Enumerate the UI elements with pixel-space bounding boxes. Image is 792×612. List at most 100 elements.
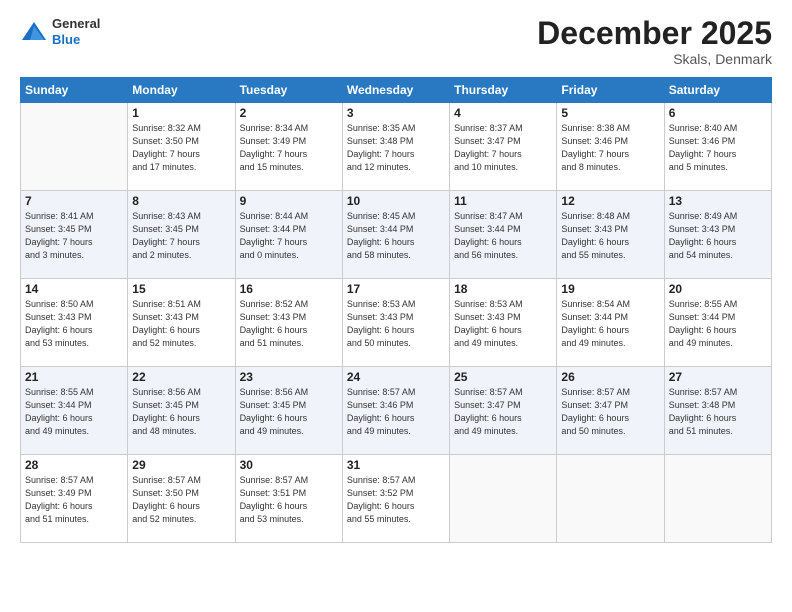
day-info: Sunrise: 8:57 AMSunset: 3:50 PMDaylight:… (132, 474, 230, 526)
day-info: Sunrise: 8:53 AMSunset: 3:43 PMDaylight:… (347, 298, 445, 350)
day-number: 27 (669, 370, 767, 384)
calendar-cell: 4 Sunrise: 8:37 AMSunset: 3:47 PMDaylight… (450, 103, 557, 191)
day-number: 24 (347, 370, 445, 384)
day-info: Sunrise: 8:47 AMSunset: 3:44 PMDaylight:… (454, 210, 552, 262)
day-info: Sunrise: 8:57 AMSunset: 3:48 PMDaylight:… (669, 386, 767, 438)
calendar-cell: 17Sunrise: 8:53 AMSunset: 3:43 PMDayligh… (342, 279, 449, 367)
day-number: 23 (240, 370, 338, 384)
day-info: Sunrise: 8:32 AMSunset: 3:50 PMDaylight:… (132, 122, 230, 174)
col-header-friday: Friday (557, 78, 664, 103)
calendar-header-row: SundayMondayTuesdayWednesdayThursdayFrid… (21, 78, 772, 103)
day-info: Sunrise: 8:48 AMSunset: 3:43 PMDaylight:… (561, 210, 659, 262)
day-number: 11 (454, 194, 552, 208)
day-number: 5 (561, 106, 659, 120)
calendar-cell: 30 Sunrise: 8:57 AMSunset: 3:51 PMDayligh… (235, 455, 342, 543)
day-info: Sunrise: 8:57 AMSunset: 3:46 PMDaylight:… (347, 386, 445, 438)
day-number: 29 (132, 458, 230, 472)
day-info: Sunrise: 8:40 AMSunset: 3:46 PMDaylight:… (669, 122, 767, 174)
day-number: 12 (561, 194, 659, 208)
day-info: Sunrise: 8:57 AMSunset: 3:49 PMDaylight:… (25, 474, 123, 526)
week-row-1: 1 Sunrise: 8:32 AMSunset: 3:50 PMDaylight… (21, 103, 772, 191)
day-info: Sunrise: 8:41 AMSunset: 3:45 PMDaylight:… (25, 210, 123, 262)
day-info: Sunrise: 8:57 AMSunset: 3:51 PMDaylight:… (240, 474, 338, 526)
logo-text: General Blue (52, 16, 100, 47)
day-info: Sunrise: 8:55 AMSunset: 3:44 PMDaylight:… (669, 298, 767, 350)
day-number: 18 (454, 282, 552, 296)
page: General Blue December 2025 Skals, Denmar… (0, 0, 792, 612)
day-number: 2 (240, 106, 338, 120)
calendar-cell: 6 Sunrise: 8:40 AMSunset: 3:46 PMDaylight… (664, 103, 771, 191)
day-info: Sunrise: 8:53 AMSunset: 3:43 PMDaylight:… (454, 298, 552, 350)
calendar-cell: 8 Sunrise: 8:43 AMSunset: 3:45 PMDaylight… (128, 191, 235, 279)
day-info: Sunrise: 8:37 AMSunset: 3:47 PMDaylight:… (454, 122, 552, 174)
day-number: 16 (240, 282, 338, 296)
calendar-cell: 16 Sunrise: 8:52 AMSunset: 3:43 PMDayligh… (235, 279, 342, 367)
calendar-cell: 10 Sunrise: 8:45 AMSunset: 3:44 PMDayligh… (342, 191, 449, 279)
col-header-sunday: Sunday (21, 78, 128, 103)
day-number: 6 (669, 106, 767, 120)
calendar-cell: 26 Sunrise: 8:57 AMSunset: 3:47 PMDayligh… (557, 367, 664, 455)
calendar-cell: 13Sunrise: 8:49 AMSunset: 3:43 PMDayligh… (664, 191, 771, 279)
calendar-cell: 11 Sunrise: 8:47 AMSunset: 3:44 PMDayligh… (450, 191, 557, 279)
col-header-thursday: Thursday (450, 78, 557, 103)
day-info: Sunrise: 8:50 AMSunset: 3:43 PMDaylight:… (25, 298, 123, 350)
day-number: 3 (347, 106, 445, 120)
logo: General Blue (20, 16, 100, 47)
day-number: 26 (561, 370, 659, 384)
day-number: 20 (669, 282, 767, 296)
day-number: 10 (347, 194, 445, 208)
calendar-cell: 27 Sunrise: 8:57 AMSunset: 3:48 PMDayligh… (664, 367, 771, 455)
calendar-cell: 5 Sunrise: 8:38 AMSunset: 3:46 PMDaylight… (557, 103, 664, 191)
day-info: Sunrise: 8:38 AMSunset: 3:46 PMDaylight:… (561, 122, 659, 174)
calendar-cell (557, 455, 664, 543)
week-row-4: 21Sunrise: 8:55 AMSunset: 3:44 PMDayligh… (21, 367, 772, 455)
calendar-cell: 31 Sunrise: 8:57 AMSunset: 3:52 PMDayligh… (342, 455, 449, 543)
day-info: Sunrise: 8:57 AMSunset: 3:47 PMDaylight:… (454, 386, 552, 438)
day-number: 1 (132, 106, 230, 120)
calendar-cell: 18 Sunrise: 8:53 AMSunset: 3:43 PMDayligh… (450, 279, 557, 367)
calendar-cell: 1 Sunrise: 8:32 AMSunset: 3:50 PMDaylight… (128, 103, 235, 191)
week-row-2: 7 Sunrise: 8:41 AMSunset: 3:45 PMDaylight… (21, 191, 772, 279)
day-info: Sunrise: 8:43 AMSunset: 3:45 PMDaylight:… (132, 210, 230, 262)
location-subtitle: Skals, Denmark (537, 51, 772, 67)
day-number: 14 (25, 282, 123, 296)
day-info: Sunrise: 8:35 AMSunset: 3:48 PMDaylight:… (347, 122, 445, 174)
day-number: 9 (240, 194, 338, 208)
day-info: Sunrise: 8:57 AMSunset: 3:52 PMDaylight:… (347, 474, 445, 526)
day-number: 15 (132, 282, 230, 296)
calendar-cell: 14 Sunrise: 8:50 AMSunset: 3:43 PMDayligh… (21, 279, 128, 367)
day-info: Sunrise: 8:45 AMSunset: 3:44 PMDaylight:… (347, 210, 445, 262)
col-header-tuesday: Tuesday (235, 78, 342, 103)
calendar-cell: 15 Sunrise: 8:51 AMSunset: 3:43 PMDayligh… (128, 279, 235, 367)
calendar-cell (664, 455, 771, 543)
day-number: 4 (454, 106, 552, 120)
day-info: Sunrise: 8:52 AMSunset: 3:43 PMDaylight:… (240, 298, 338, 350)
day-number: 25 (454, 370, 552, 384)
calendar-cell: 3 Sunrise: 8:35 AMSunset: 3:48 PMDaylight… (342, 103, 449, 191)
calendar-cell (450, 455, 557, 543)
calendar-cell: 24 Sunrise: 8:57 AMSunset: 3:46 PMDayligh… (342, 367, 449, 455)
col-header-saturday: Saturday (664, 78, 771, 103)
day-number: 8 (132, 194, 230, 208)
day-info: Sunrise: 8:51 AMSunset: 3:43 PMDaylight:… (132, 298, 230, 350)
calendar-cell: 20 Sunrise: 8:55 AMSunset: 3:44 PMDayligh… (664, 279, 771, 367)
day-info: Sunrise: 8:56 AMSunset: 3:45 PMDaylight:… (132, 386, 230, 438)
day-number: 7 (25, 194, 123, 208)
logo-icon (20, 18, 48, 46)
day-number: 28 (25, 458, 123, 472)
day-number: 30 (240, 458, 338, 472)
day-number: 31 (347, 458, 445, 472)
day-info: Sunrise: 8:34 AMSunset: 3:49 PMDaylight:… (240, 122, 338, 174)
day-info: Sunrise: 8:54 AMSunset: 3:44 PMDaylight:… (561, 298, 659, 350)
calendar-cell: 28 Sunrise: 8:57 AMSunset: 3:49 PMDayligh… (21, 455, 128, 543)
day-number: 13 (669, 194, 767, 208)
day-number: 22 (132, 370, 230, 384)
day-number: 21 (25, 370, 123, 384)
day-info: Sunrise: 8:57 AMSunset: 3:47 PMDaylight:… (561, 386, 659, 438)
calendar-cell: 9Sunrise: 8:44 AMSunset: 3:44 PMDaylight… (235, 191, 342, 279)
week-row-3: 14 Sunrise: 8:50 AMSunset: 3:43 PMDayligh… (21, 279, 772, 367)
calendar-cell: 21Sunrise: 8:55 AMSunset: 3:44 PMDayligh… (21, 367, 128, 455)
calendar-cell (21, 103, 128, 191)
calendar-cell: 2 Sunrise: 8:34 AMSunset: 3:49 PMDaylight… (235, 103, 342, 191)
calendar-cell: 12 Sunrise: 8:48 AMSunset: 3:43 PMDayligh… (557, 191, 664, 279)
